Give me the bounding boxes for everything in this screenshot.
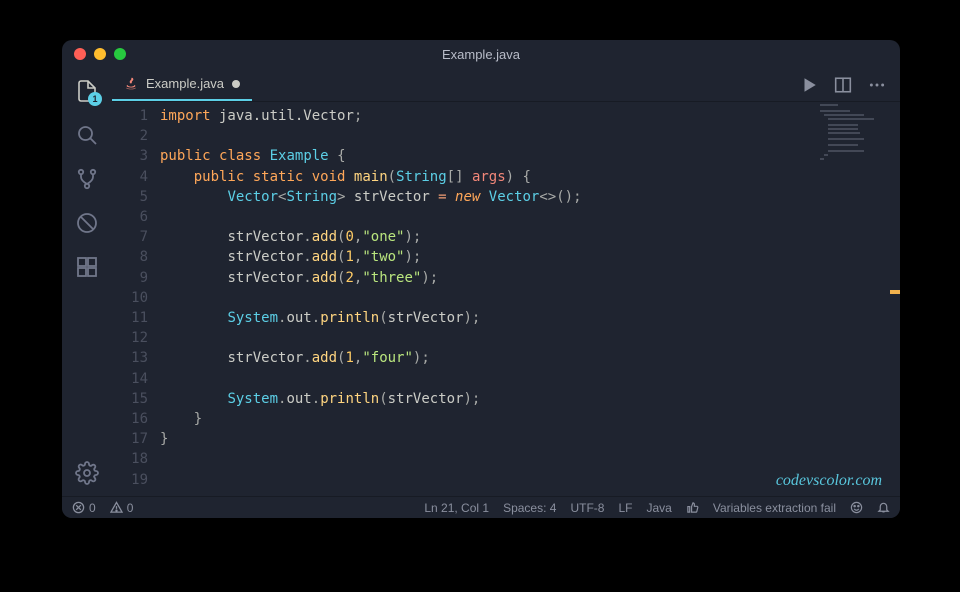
titlebar[interactable]: Example.java [62, 40, 900, 68]
more-actions-icon[interactable] [868, 76, 886, 94]
warning-icon [110, 501, 123, 514]
tab-example-java[interactable]: Example.java [112, 68, 252, 101]
error-icon [72, 501, 85, 514]
watermark-text: codevscolor.com [776, 472, 882, 490]
close-window-button[interactable] [74, 48, 86, 60]
editor-group: Example.java 123456789101112131415 [112, 68, 900, 496]
activity-bar: 1 [62, 68, 112, 496]
feedback-icon[interactable] [850, 501, 863, 514]
line-number-gutter: 12345678910111213141516171819 [112, 102, 160, 496]
status-indentation[interactable]: Spaces: 4 [503, 501, 556, 515]
status-encoding[interactable]: UTF-8 [570, 501, 604, 515]
tab-bar: Example.java [112, 68, 900, 102]
code-area[interactable]: import java.util.Vector; public class Ex… [160, 102, 900, 496]
dirty-indicator-icon [232, 80, 240, 88]
settings-icon[interactable] [74, 460, 100, 486]
traffic-lights [74, 48, 126, 60]
window-body: 1 [62, 68, 900, 496]
maximize-window-button[interactable] [114, 48, 126, 60]
split-editor-icon[interactable] [834, 76, 852, 94]
overview-ruler-mark [890, 290, 900, 294]
window-title: Example.java [62, 47, 900, 62]
status-warnings[interactable]: 0 [110, 501, 134, 515]
debug-icon[interactable] [74, 210, 100, 236]
editor-window: Example.java 1 [62, 40, 900, 518]
tab-label: Example.java [146, 76, 224, 91]
bell-icon[interactable] [877, 501, 890, 514]
status-eol[interactable]: LF [618, 501, 632, 515]
extensions-icon[interactable] [74, 254, 100, 280]
status-language[interactable]: Java [646, 501, 671, 515]
explorer-icon[interactable]: 1 [74, 78, 100, 104]
source-control-icon[interactable] [74, 166, 100, 192]
status-message[interactable]: Variables extraction fail [713, 501, 836, 515]
editor-actions [800, 68, 900, 101]
explorer-badge: 1 [88, 92, 102, 106]
java-file-icon [124, 77, 138, 91]
minimize-window-button[interactable] [94, 48, 106, 60]
status-cursor-position[interactable]: Ln 21, Col 1 [424, 501, 489, 515]
search-icon[interactable] [74, 122, 100, 148]
run-icon[interactable] [800, 76, 818, 94]
editor[interactable]: 12345678910111213141516171819 import jav… [112, 102, 900, 496]
thumbs-up-icon[interactable] [686, 501, 699, 514]
status-errors[interactable]: 0 [72, 501, 96, 515]
status-bar: 0 0 Ln 21, Col 1 Spaces: 4 UTF-8 LF Java… [62, 496, 900, 518]
